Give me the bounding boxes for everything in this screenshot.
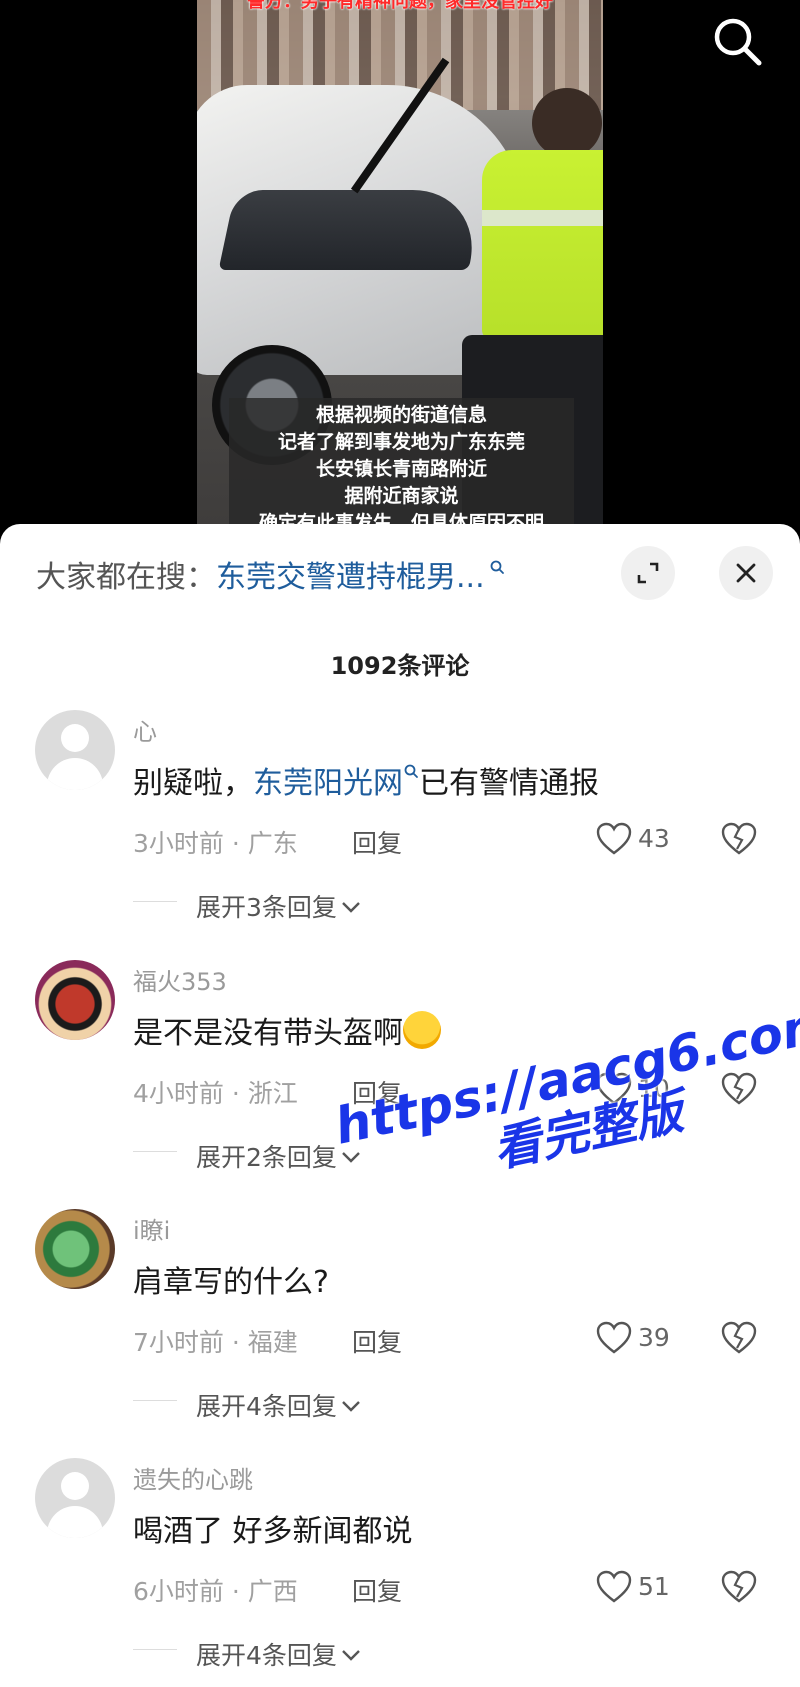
reply-button[interactable]: 回复 xyxy=(352,1074,402,1110)
comment-text-content: 是不是没有带头盔啊 xyxy=(133,1016,403,1051)
heart-icon[interactable] xyxy=(596,1321,632,1355)
comment-text[interactable]: 是不是没有带头盔啊 xyxy=(133,1008,441,1052)
comment-search-link[interactable]: 东莞阳光网 xyxy=(253,766,403,801)
subtitle-line: 据附近商家说 xyxy=(344,485,459,507)
chevron-down-icon xyxy=(342,902,360,913)
comment-sheet: 大家都在搜： 东莞交警遭持棍男... 1092条评论 心 别疑啦，东莞阳光网 已有… xyxy=(0,524,800,1687)
subtitle-line: 根据视频的街道信息 xyxy=(315,404,487,426)
subtitle-line: 长安镇长青南路附近 xyxy=(315,458,487,480)
divider xyxy=(133,901,177,902)
comment-meta: 7小时前 · 福建 xyxy=(133,1328,298,1357)
comment-meta: 3小时前 · 广东 xyxy=(133,829,298,858)
reply-button[interactable]: 回复 xyxy=(352,1323,402,1359)
chevron-down-icon xyxy=(342,1152,360,1163)
heart-icon[interactable] xyxy=(596,822,632,856)
expand-replies-label: 展开4条回复 xyxy=(196,1392,337,1421)
search-small-icon xyxy=(490,560,504,574)
like-count: 10 xyxy=(638,1074,670,1103)
avatar[interactable] xyxy=(35,710,115,790)
broken-heart-icon[interactable] xyxy=(721,1072,757,1106)
trending-search[interactable]: 大家都在搜： 东莞交警遭持棍男... xyxy=(36,546,505,602)
avatar-body-shape xyxy=(47,1506,103,1538)
avatar[interactable] xyxy=(35,1209,115,1289)
avatar-head-shape xyxy=(61,1472,89,1500)
comment-item: 福火353 是不是没有带头盔啊 4小时前 · 浙江 回复 10 展开2条回复 xyxy=(0,960,800,1208)
reply-button[interactable]: 回复 xyxy=(352,824,402,860)
like-count: 51 xyxy=(638,1572,670,1601)
divider xyxy=(133,1649,177,1650)
like-count: 43 xyxy=(638,824,670,853)
avatar-head-shape xyxy=(61,724,89,752)
comment-username[interactable]: 心 xyxy=(133,712,157,747)
heart-icon[interactable] xyxy=(596,1072,632,1106)
comment-username[interactable]: 福火353 xyxy=(133,962,227,997)
car-window xyxy=(218,190,486,270)
search-icon xyxy=(714,18,762,66)
search-button[interactable] xyxy=(710,14,766,70)
chevron-down-icon xyxy=(342,1650,360,1661)
comment-count-title: 1092条评论 xyxy=(330,652,470,680)
expand-replies-label: 展开4条回复 xyxy=(196,1641,337,1670)
comment-username[interactable]: i瞭i xyxy=(133,1211,170,1246)
comment-item: 遗失的心跳 喝酒了 好多新闻都说 6小时前 · 广西 回复 51 展开4条回复 xyxy=(0,1458,800,1687)
expand-replies-button[interactable]: 展开3条回复 xyxy=(196,888,361,924)
trending-label: 大家都在搜： xyxy=(36,560,216,595)
comment-text[interactable]: 喝酒了 好多新闻都说 xyxy=(133,1506,413,1550)
comment-username[interactable]: 遗失的心跳 xyxy=(133,1460,253,1495)
like-count: 39 xyxy=(638,1323,670,1352)
video-frame[interactable]: 警方：男子有精神问题，家里没管控好 根据视频的街道信息 记者了解到事发地为广东东… xyxy=(197,0,603,540)
comment-text[interactable]: 肩章写的什么? xyxy=(133,1257,329,1301)
comment-item: i瞭i 肩章写的什么? 7小时前 · 福建 回复 39 展开4条回复 xyxy=(0,1209,800,1457)
trending-term-link[interactable]: 东莞交警遭持棍男... xyxy=(216,552,485,596)
laughing-emoji-icon xyxy=(403,1011,441,1049)
expand-sheet-button[interactable] xyxy=(621,546,675,600)
caption-line-2: 警方：男子有精神问题，家里没管控好 xyxy=(247,0,553,12)
expand-replies-label: 展开3条回复 xyxy=(196,893,337,922)
comment-text[interactable]: 别疑啦，东莞阳光网 已有警情通报 xyxy=(133,758,599,802)
expand-icon xyxy=(637,562,659,584)
reply-button[interactable]: 回复 xyxy=(352,1572,402,1608)
expand-replies-label: 展开2条回复 xyxy=(196,1143,337,1172)
video-subtitles: 根据视频的街道信息 记者了解到事发地为广东东莞 长安镇长青南路附近 据附近商家说… xyxy=(229,402,574,537)
officer-head xyxy=(532,88,602,158)
avatar-body-shape xyxy=(47,758,103,790)
divider xyxy=(133,1400,177,1401)
broken-heart-icon[interactable] xyxy=(721,1321,757,1355)
comment-meta: 6小时前 · 广西 xyxy=(133,1577,298,1606)
close-sheet-button[interactable] xyxy=(719,546,773,600)
broken-heart-icon[interactable] xyxy=(721,1570,757,1604)
broken-heart-icon[interactable] xyxy=(721,822,757,856)
comment-text-before: 别疑啦， xyxy=(133,766,253,801)
search-small-icon xyxy=(404,764,418,778)
comment-item: 心 别疑啦，东莞阳光网 已有警情通报 3小时前 · 广东 回复 43 展开3条回复 xyxy=(0,710,800,958)
avatar[interactable] xyxy=(35,1458,115,1538)
chevron-down-icon xyxy=(342,1401,360,1412)
subtitle-line: 记者了解到事发地为广东东莞 xyxy=(277,431,525,453)
expand-replies-button[interactable]: 展开2条回复 xyxy=(196,1138,361,1174)
video-caption-top: 警方：男子有精神问题，家里没管控好 xyxy=(197,0,603,12)
traffic-officer xyxy=(482,150,603,340)
heart-icon[interactable] xyxy=(596,1570,632,1604)
reflective-stripe xyxy=(482,210,603,226)
divider xyxy=(133,1151,177,1152)
video-player[interactable]: 警方：男子有精神问题，家里没管控好 根据视频的街道信息 记者了解到事发地为广东东… xyxy=(0,0,800,540)
white-car xyxy=(197,85,527,465)
expand-replies-button[interactable]: 展开4条回复 xyxy=(196,1636,361,1672)
close-icon xyxy=(736,563,756,583)
expand-replies-button[interactable]: 展开4条回复 xyxy=(196,1387,361,1423)
comment-text-after: 已有警情通报 xyxy=(419,766,599,801)
comment-meta: 4小时前 · 浙江 xyxy=(133,1079,298,1108)
avatar[interactable] xyxy=(35,960,115,1040)
